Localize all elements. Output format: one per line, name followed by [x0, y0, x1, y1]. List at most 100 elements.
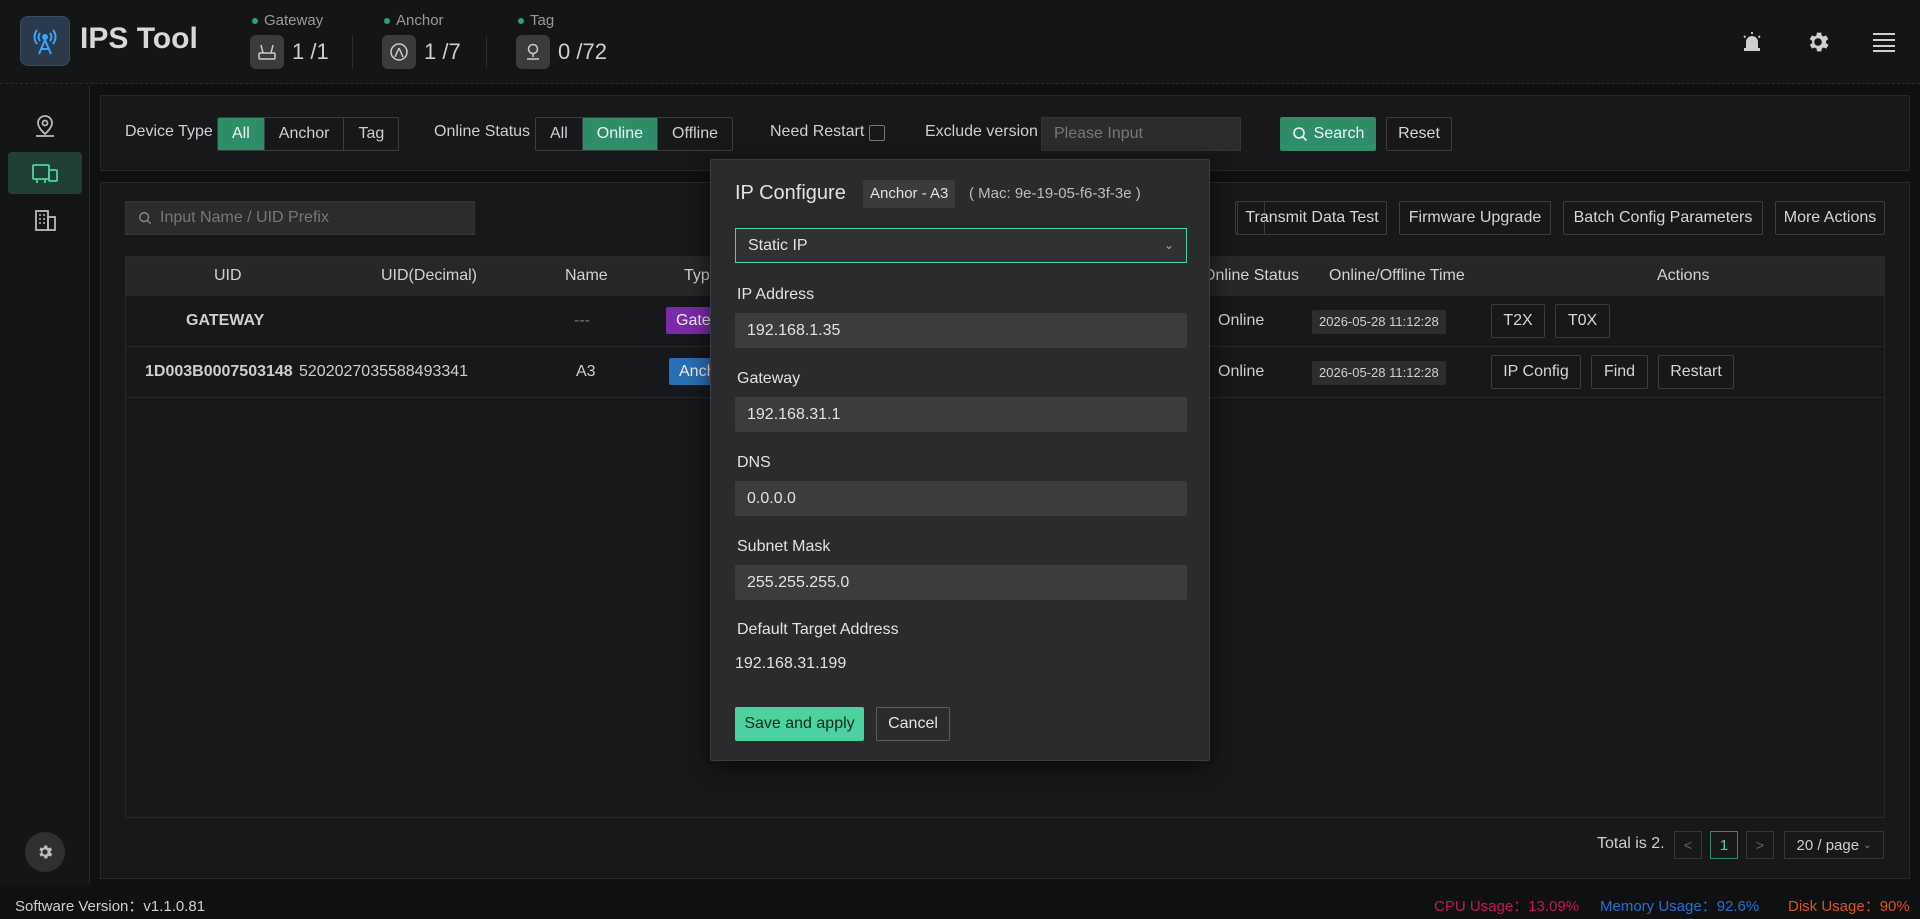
online-status-offline[interactable]: Offline: [658, 118, 732, 150]
batch-config-button[interactable]: Batch Config Parameters: [1563, 201, 1763, 235]
t0x-button[interactable]: T0X: [1555, 304, 1610, 338]
divider: [486, 36, 487, 68]
tag-stat: Tag 0 /72: [516, 12, 607, 69]
sidebar-item-devices[interactable]: [8, 152, 82, 194]
transmit-data-test-button[interactable]: Transmit Data Test: [1237, 201, 1387, 235]
col-online-offline-time: Online/Offline Time: [1329, 267, 1465, 284]
page-size-select[interactable]: 20 / page ⌄: [1784, 831, 1884, 859]
sidebar-item-map[interactable]: [8, 105, 82, 147]
chevron-down-icon: ⌄: [1163, 238, 1174, 252]
uid-search-input[interactable]: Input Name / UID Prefix: [125, 201, 475, 235]
uid-search-placeholder: Input Name / UID Prefix: [160, 209, 329, 226]
exclude-version-input[interactable]: Please Input: [1041, 117, 1241, 151]
anchor-stat: Anchor 1 /7: [382, 12, 461, 69]
pagination-total: Total is 2.: [1597, 835, 1665, 852]
online-status-label: Online Status: [434, 123, 531, 140]
dns-input[interactable]: 0.0.0.0: [735, 481, 1187, 516]
gateway-stat-value: 1 /1: [292, 39, 329, 64]
prev-page-button[interactable]: <: [1674, 831, 1702, 859]
save-and-apply-button[interactable]: Save and apply: [735, 707, 864, 741]
software-version: Software Version：v1.1.0.81: [15, 898, 206, 915]
cell-name: A3: [576, 363, 596, 380]
default-target-label: Default Target Address: [737, 621, 899, 638]
status-dot: [518, 17, 524, 24]
page-size-label: 20 / page: [1796, 836, 1860, 854]
exclude-version-label: Exclude version: [925, 123, 1038, 140]
mac-address: ( Mac: 9e-19-05-f6-3f-3e ): [969, 185, 1141, 202]
ip-configure-dialog: IP Configure Anchor - A3 ( Mac: 9e-19-05…: [710, 159, 1210, 761]
cancel-button[interactable]: Cancel: [876, 707, 950, 741]
sidebar-item-building[interactable]: [8, 199, 82, 241]
cell-time: 2026-05-28 11:12:28: [1312, 310, 1446, 334]
app-title: IPS Tool: [80, 22, 198, 55]
col-name: Name: [565, 267, 608, 284]
device-type-tag[interactable]: Tag: [344, 118, 398, 150]
col-uid-decimal: UID(Decimal): [381, 267, 477, 284]
cell-uid-decimal: 5202027035588493341: [299, 363, 469, 380]
restart-button[interactable]: Restart: [1658, 355, 1734, 389]
cell-status: Online: [1218, 363, 1265, 380]
ip-config-button[interactable]: IP Config: [1491, 355, 1581, 389]
dns-label: DNS: [737, 454, 771, 471]
ip-mode-select[interactable]: Static IP ⌄: [735, 228, 1187, 263]
online-status-online[interactable]: Online: [582, 118, 659, 150]
app-logo: [20, 16, 70, 66]
gateway-label: Gateway: [737, 370, 801, 387]
menu-icon[interactable]: [1868, 26, 1900, 58]
search-button-label: Search: [1313, 125, 1365, 142]
more-actions-button[interactable]: More Actions: [1775, 201, 1885, 235]
device-type-all[interactable]: All: [218, 118, 265, 150]
default-target-value: 192.168.31.199: [735, 655, 847, 672]
disk-usage: Disk Usage：90%: [1788, 898, 1910, 915]
online-status-all[interactable]: All: [536, 118, 583, 150]
anchor-stat-label: Anchor: [396, 12, 444, 29]
subnet-mask-label: Subnet Mask: [737, 538, 831, 555]
need-restart-checkbox[interactable]: [869, 125, 885, 141]
col-actions: Actions: [1657, 267, 1710, 284]
cell-uid: 1D003B0007503148: [145, 363, 293, 380]
search-icon: [1292, 127, 1307, 142]
cell-name: ---: [574, 312, 590, 329]
ip-address-input[interactable]: 192.168.1.35: [735, 313, 1187, 348]
settings-icon[interactable]: [25, 832, 65, 872]
alarm-icon[interactable]: [1736, 26, 1768, 58]
ip-mode-value: Static IP: [748, 237, 808, 254]
cell-status: Online: [1218, 312, 1265, 329]
firmware-upgrade-button[interactable]: Firmware Upgrade: [1399, 201, 1551, 235]
cpu-usage: CPU Usage：13.09%: [1434, 898, 1580, 915]
memory-usage: Memory Usage：92.6%: [1600, 898, 1760, 915]
reset-button[interactable]: Reset: [1386, 117, 1452, 151]
page-1-button[interactable]: 1: [1710, 831, 1738, 859]
dialog-title: IP Configure: [735, 182, 846, 204]
building-icon: [35, 210, 56, 231]
antenna-icon: [33, 29, 57, 55]
sidebar: [0, 85, 90, 885]
next-page-button[interactable]: >: [1746, 831, 1774, 859]
device-type-segment: All Anchor Tag: [217, 117, 400, 151]
chevron-down-icon: ⌄: [1863, 839, 1872, 851]
ip-address-label: IP Address: [737, 286, 815, 303]
router-icon: [250, 35, 284, 69]
status-dot: [384, 17, 390, 24]
cell-time: 2026-05-28 11:12:28: [1312, 361, 1446, 385]
gateway-stat: Gateway 1 /1: [250, 12, 329, 69]
online-status-segment: All Online Offline: [535, 117, 733, 151]
device-type-anchor[interactable]: Anchor: [265, 118, 345, 150]
gateway-input[interactable]: 192.168.31.1: [735, 397, 1187, 432]
col-uid: UID: [214, 267, 242, 284]
tag-pin-icon: [516, 35, 550, 69]
search-button[interactable]: Search: [1280, 117, 1376, 151]
tag-stat-value: 0 /72: [558, 39, 607, 64]
col-online-status: Online Status: [1203, 267, 1300, 284]
anchor-stat-value: 1 /7: [424, 39, 461, 64]
subnet-mask-input[interactable]: 255.255.255.0: [735, 565, 1187, 600]
gateway-stat-label: Gateway: [264, 12, 324, 29]
find-button[interactable]: Find: [1591, 355, 1648, 389]
device-type-label: Device Type: [125, 123, 213, 140]
gear-icon[interactable]: [1802, 26, 1834, 58]
cell-uid: GATEWAY: [186, 312, 265, 329]
device-chip: Anchor - A3: [863, 180, 956, 208]
t2x-button[interactable]: T2X: [1491, 304, 1545, 338]
status-footer: Software Version：v1.1.0.81 CPU Usage：13.…: [0, 889, 1920, 919]
anchor-icon: [382, 35, 416, 69]
